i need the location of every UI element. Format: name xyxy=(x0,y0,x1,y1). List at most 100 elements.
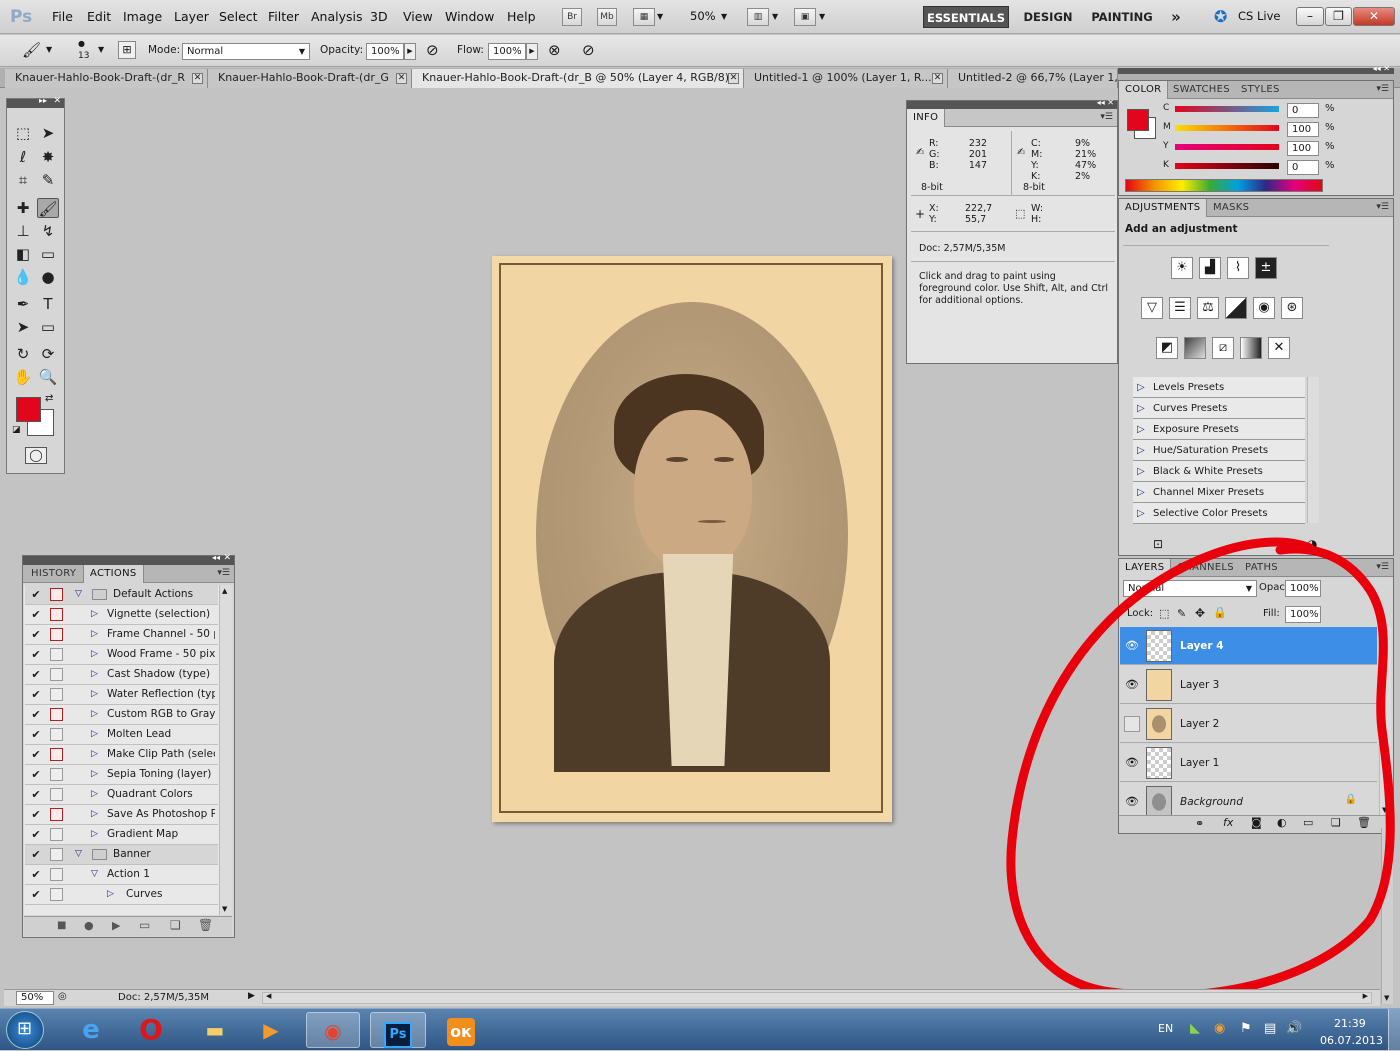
zoom-level[interactable]: 50% xyxy=(690,9,716,23)
stop-icon[interactable]: ■ xyxy=(57,920,66,931)
tab-document-4[interactable]: Untitled-1 @ 100% (Layer 1, R... ✕ xyxy=(744,69,948,88)
chrome-icon[interactable]: ◉ xyxy=(306,1012,360,1048)
tab-history[interactable]: HISTORY xyxy=(25,565,82,583)
eraser-icon[interactable]: ◧ xyxy=(12,244,34,264)
airbrush-icon[interactable]: ⊗ xyxy=(548,41,561,59)
quick-mask-icon[interactable]: ◯ xyxy=(25,447,47,464)
status-menu-icon[interactable]: ▶ xyxy=(248,991,255,1001)
color-balance-icon[interactable]: ⚖ xyxy=(1197,297,1219,319)
tab-document-3[interactable]: Knauer-Hahlo-Book-Draft-(dr_B @ 50% (Lay… xyxy=(412,69,744,88)
flow-slider-toggle[interactable]: ▶ xyxy=(526,43,538,60)
tab-info[interactable]: INFO xyxy=(907,109,946,127)
dialog-toggle-icon[interactable] xyxy=(50,688,63,701)
checkmark-icon[interactable]: ✔ xyxy=(30,629,42,641)
blur-tool-icon[interactable]: 💧 xyxy=(12,267,34,287)
disclosure-triangle-icon[interactable]: ▽ xyxy=(91,869,98,879)
dialog-toggle-icon[interactable] xyxy=(50,788,63,801)
checkmark-icon[interactable]: ✔ xyxy=(30,769,42,781)
channel-mixer-icon[interactable]: ⊛ xyxy=(1281,297,1303,319)
opacity-slider-toggle[interactable]: ▶ xyxy=(404,43,416,60)
default-colors-icon[interactable]: ◪ xyxy=(12,425,21,435)
preset-black-white[interactable]: Black & White Presets xyxy=(1133,461,1305,482)
vibrance-icon[interactable]: ▽ xyxy=(1141,297,1163,319)
panel-menu-icon[interactable]: ▾☰ xyxy=(1376,84,1389,94)
menu-help[interactable]: Help xyxy=(507,9,536,24)
pressure-size-icon[interactable]: ⊘ xyxy=(582,41,595,59)
disclosure-triangle-icon[interactable]: ▷ xyxy=(91,809,98,819)
actions-scrollbar[interactable]: ▲ ▼ xyxy=(219,585,232,915)
canvas-horizontal-scrollbar[interactable]: ◀ ▶ xyxy=(262,992,1372,1004)
dialog-toggle-icon[interactable] xyxy=(50,648,63,661)
dialog-toggle-icon[interactable] xyxy=(50,848,63,861)
tab-document-1[interactable]: Knauer-Hahlo-Book-Draft-(dr_R ✕ xyxy=(5,69,208,88)
tray-icon[interactable]: ◉ xyxy=(1214,1021,1225,1036)
pressure-opacity-icon[interactable]: ⊘ xyxy=(426,41,439,59)
panel-menu-icon[interactable]: ▾☰ xyxy=(1100,112,1113,122)
tab-document-5[interactable]: Untitled-2 @ 66,7% (Layer 1, R... xyxy=(948,69,1118,88)
mode-select[interactable]: Normal ▼ xyxy=(182,43,310,60)
panel-grip[interactable]: ✕ ◂◂ xyxy=(23,553,234,565)
tab-color[interactable]: COLOR xyxy=(1119,81,1169,99)
action-item[interactable]: ✔ ▷ Sepia Toning (layer) xyxy=(25,765,218,785)
chevron-down-icon[interactable]: ▼ xyxy=(98,45,104,54)
workspace-essentials[interactable]: ESSENTIALS xyxy=(923,6,1009,28)
screen-mode-icon[interactable]: ▣ xyxy=(794,8,816,26)
new-set-icon[interactable]: ▭ xyxy=(139,918,150,932)
checkmark-icon[interactable]: ✔ xyxy=(30,749,42,761)
panel-menu-icon[interactable]: ▾☰ xyxy=(217,568,230,578)
lasso-tool-icon[interactable]: ℓ xyxy=(12,147,34,167)
checkmark-icon[interactable]: ✔ xyxy=(30,829,42,841)
workspace-painting[interactable]: PAINTING xyxy=(1087,6,1157,28)
menu-file[interactable]: File xyxy=(52,9,73,24)
tab-document-2[interactable]: Knauer-Hahlo-Book-Draft-(dr_G ✕ xyxy=(208,69,412,88)
disclosure-triangle-icon[interactable]: ▷ xyxy=(91,709,98,719)
menu-edit[interactable]: Edit xyxy=(87,9,111,24)
action-item[interactable]: ✔ ▷ Save As Photoshop P... xyxy=(25,805,218,825)
tab-masks[interactable]: MASKS xyxy=(1207,199,1255,217)
opera-icon[interactable]: O xyxy=(124,1012,178,1048)
levels-icon[interactable]: ▟ xyxy=(1199,257,1221,279)
preset-hue-saturation[interactable]: Hue/Saturation Presets xyxy=(1133,440,1305,461)
chevron-down-icon[interactable]: ▼ xyxy=(721,12,727,21)
brush-tool-icon[interactable]: 🖌 xyxy=(37,198,59,218)
action-item[interactable]: ✔ ▷ Wood Frame - 50 pixel xyxy=(25,645,218,665)
selective-color-icon[interactable]: ✕ xyxy=(1268,337,1290,359)
color-ramp[interactable] xyxy=(1125,179,1323,192)
magenta-slider[interactable] xyxy=(1175,125,1279,131)
close-icon[interactable]: ✕ xyxy=(728,73,739,84)
menu-3d[interactable]: 3D xyxy=(370,9,388,24)
pen-tool-icon[interactable]: ✒ xyxy=(12,294,34,314)
arrange-documents-icon[interactable]: ▥ xyxy=(747,8,769,26)
checkmark-icon[interactable]: ✔ xyxy=(30,889,42,901)
new-action-icon[interactable]: ❏ xyxy=(170,918,181,932)
cyan-slider[interactable] xyxy=(1175,106,1279,112)
action-item[interactable]: ✔ ▷ Quadrant Colors xyxy=(25,785,218,805)
yellow-input[interactable]: 100 xyxy=(1287,141,1319,156)
curves-icon[interactable]: ⌇ xyxy=(1227,257,1249,279)
disclosure-triangle-icon[interactable]: ▷ xyxy=(91,749,98,759)
checkmark-icon[interactable]: ✔ xyxy=(30,649,42,661)
menu-analysis[interactable]: Analysis xyxy=(311,9,363,24)
checkmark-icon[interactable]: ✔ xyxy=(30,849,42,861)
disclosure-triangle-icon[interactable]: ▷ xyxy=(91,689,98,699)
history-brush-icon[interactable]: ↯ xyxy=(37,221,59,241)
zoom-tool-icon[interactable]: 🔍 xyxy=(37,367,59,387)
volume-icon[interactable]: 🔊 xyxy=(1286,1021,1302,1036)
checkmark-icon[interactable]: ✔ xyxy=(30,609,42,621)
disclosure-triangle-icon[interactable]: ▷ xyxy=(91,649,98,659)
checkmark-icon[interactable]: ✔ xyxy=(30,809,42,821)
menu-view[interactable]: View xyxy=(403,9,433,24)
3d-rotate-icon[interactable]: ↻ xyxy=(12,344,34,364)
brush-tool-icon[interactable]: 🖌 xyxy=(22,41,41,59)
network-icon[interactable]: ▤ xyxy=(1264,1021,1276,1036)
cyan-input[interactable]: 0 xyxy=(1287,103,1319,118)
magic-wand-icon[interactable]: ✸ xyxy=(37,147,59,167)
workspace-design[interactable]: DESIGN xyxy=(1017,6,1079,28)
chevron-down-icon[interactable]: ▼ xyxy=(46,45,52,54)
dialog-toggle-icon[interactable] xyxy=(50,808,63,821)
record-icon[interactable]: ● xyxy=(84,919,94,932)
action-item[interactable]: ✔ ▷ Gradient Map xyxy=(25,825,218,845)
clock-time[interactable]: 21:39 xyxy=(1334,1017,1366,1030)
checkmark-icon[interactable]: ✔ xyxy=(30,729,42,741)
disclosure-triangle-icon[interactable]: ▷ xyxy=(91,629,98,639)
